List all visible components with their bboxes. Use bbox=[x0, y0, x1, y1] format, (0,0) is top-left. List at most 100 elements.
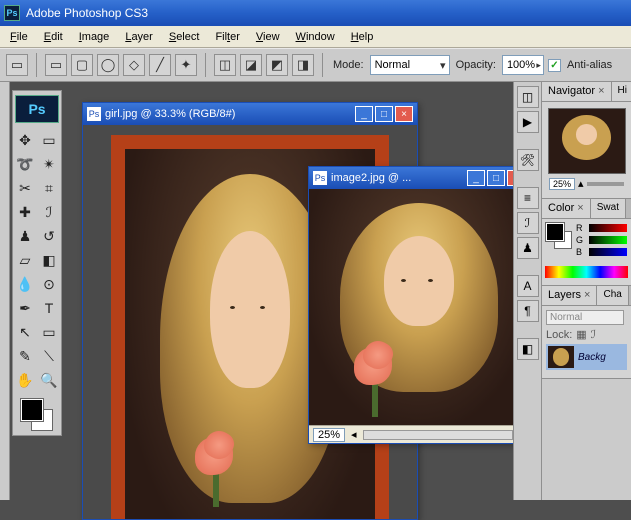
eyedropper-tool[interactable]: ⟍ bbox=[38, 345, 60, 367]
scrollbar[interactable] bbox=[363, 430, 514, 440]
lasso-tool[interactable]: ➰ bbox=[14, 153, 36, 175]
blur-tool[interactable]: 💧 bbox=[14, 273, 36, 295]
menubar: File Edit Image Layer Select Filter View… bbox=[0, 26, 631, 48]
dodge-tool[interactable]: ⊙ bbox=[38, 273, 60, 295]
layer-thumbnail[interactable] bbox=[548, 346, 574, 368]
menu-filter[interactable]: Filter bbox=[207, 28, 247, 46]
slider-r[interactable] bbox=[589, 224, 627, 232]
stamp-tool[interactable]: ♟ bbox=[14, 225, 36, 247]
scroll-left-icon[interactable]: ◂ bbox=[351, 428, 357, 441]
zoom-slider[interactable] bbox=[587, 182, 624, 186]
shape-ellipse-icon[interactable]: ◯ bbox=[97, 54, 119, 76]
path-select-tool[interactable]: ↖ bbox=[14, 321, 36, 343]
tool-preset-icon[interactable]: ▭ bbox=[6, 54, 28, 76]
fg-color[interactable] bbox=[546, 223, 564, 241]
maximize-button[interactable]: □ bbox=[375, 106, 393, 122]
gradient-tool[interactable]: ◧ bbox=[38, 249, 60, 271]
maximize-button[interactable]: □ bbox=[487, 170, 505, 186]
dock-tool-icon[interactable]: 🛠 bbox=[517, 149, 539, 171]
path-op1-icon[interactable]: ◫ bbox=[214, 54, 236, 76]
dock-brush-icon[interactable]: ℐ bbox=[517, 212, 539, 234]
app-icon: Ps bbox=[4, 5, 20, 21]
menu-select[interactable]: Select bbox=[161, 28, 208, 46]
menu-edit[interactable]: Edit bbox=[36, 28, 71, 46]
move-tool[interactable]: ✥ bbox=[14, 129, 36, 151]
eraser-tool[interactable]: ▱ bbox=[14, 249, 36, 271]
tab-swatches[interactable]: Swat bbox=[591, 199, 626, 218]
zoom-value[interactable]: 25% bbox=[313, 428, 345, 442]
layer-row[interactable]: 👁 Backg bbox=[546, 344, 627, 370]
notes-tool[interactable]: ✎ bbox=[14, 345, 36, 367]
history-brush-tool[interactable]: ↺ bbox=[38, 225, 60, 247]
shape-rect-icon[interactable]: ▭ bbox=[45, 54, 67, 76]
slider-b[interactable] bbox=[589, 248, 627, 256]
dock-char-icon[interactable]: A bbox=[517, 275, 539, 297]
navigator-panel: Navigator× Hi 25% ▴ bbox=[542, 82, 631, 199]
minimize-button[interactable]: _ bbox=[355, 106, 373, 122]
dock-clone-icon[interactable]: ♟ bbox=[517, 237, 539, 259]
type-tool[interactable]: T bbox=[38, 297, 60, 319]
tab-channels[interactable]: Cha bbox=[597, 286, 628, 305]
shape-roundrect-icon[interactable]: ▢ bbox=[71, 54, 93, 76]
document-window-image2[interactable]: Ps image2.jpg @ ... _ □ × 25% ◂ ▸ bbox=[308, 166, 530, 444]
opacity-input[interactable]: 100% bbox=[502, 55, 544, 75]
path-op2-icon[interactable]: ◪ bbox=[240, 54, 262, 76]
layer-name[interactable]: Backg bbox=[578, 352, 606, 363]
shape-polygon-icon[interactable]: ◇ bbox=[123, 54, 145, 76]
document-titlebar[interactable]: Ps girl.jpg @ 33.3% (RGB/8#) _ □ × bbox=[83, 103, 417, 125]
path-op3-icon[interactable]: ◩ bbox=[266, 54, 288, 76]
marquee-tool[interactable]: ▭ bbox=[38, 129, 60, 151]
crop-tool[interactable]: ✂ bbox=[14, 177, 36, 199]
dock-comp-icon[interactable]: ◧ bbox=[517, 338, 539, 360]
shape-line-icon[interactable]: ╱ bbox=[149, 54, 171, 76]
tab-histogram[interactable]: Hi bbox=[612, 82, 631, 101]
dock-para-icon[interactable]: ¶ bbox=[517, 300, 539, 322]
heal-tool[interactable]: ✚ bbox=[14, 201, 36, 223]
tab-close-icon[interactable]: × bbox=[584, 289, 590, 301]
menu-layer[interactable]: Layer bbox=[117, 28, 161, 46]
path-op4-icon[interactable]: ◨ bbox=[292, 54, 314, 76]
lock-label: Lock: bbox=[546, 329, 572, 341]
brush-tool[interactable]: ℐ bbox=[38, 201, 60, 223]
blend-mode-select[interactable]: Normal bbox=[546, 310, 624, 325]
dock-nav-icon[interactable]: ◫ bbox=[517, 86, 539, 108]
tab-close-icon[interactable]: × bbox=[598, 85, 604, 97]
hand-tool[interactable]: ✋ bbox=[14, 369, 36, 391]
tab-color[interactable]: Color× bbox=[542, 199, 591, 218]
color-spectrum[interactable] bbox=[545, 266, 628, 278]
tab-close-icon[interactable]: × bbox=[577, 202, 583, 214]
color-swatch-pair[interactable] bbox=[546, 223, 572, 249]
mode-select[interactable]: Normal bbox=[370, 55, 450, 75]
color-swatches[interactable] bbox=[15, 397, 59, 433]
navigator-zoom[interactable]: 25% bbox=[549, 178, 575, 190]
shape-tool[interactable]: ▭ bbox=[38, 321, 60, 343]
separator bbox=[36, 53, 37, 77]
menu-image[interactable]: Image bbox=[71, 28, 118, 46]
document-titlebar[interactable]: Ps image2.jpg @ ... _ □ × bbox=[309, 167, 529, 189]
dock-layers-icon[interactable]: ≡ bbox=[517, 187, 539, 209]
slice-tool[interactable]: ⌗ bbox=[38, 177, 60, 199]
zoom-out-icon[interactable]: ▴ bbox=[578, 177, 584, 190]
menu-view[interactable]: View bbox=[248, 28, 288, 46]
channel-g-label: G bbox=[576, 235, 586, 245]
menu-help[interactable]: Help bbox=[343, 28, 382, 46]
shape-custom-icon[interactable]: ✦ bbox=[175, 54, 197, 76]
dock-play-icon[interactable]: ▶ bbox=[517, 111, 539, 133]
minimize-button[interactable]: _ bbox=[467, 170, 485, 186]
foreground-swatch[interactable] bbox=[21, 399, 43, 421]
document-canvas[interactable] bbox=[309, 189, 529, 425]
tab-layers[interactable]: Layers× bbox=[542, 286, 597, 305]
pen-tool[interactable]: ✒ bbox=[14, 297, 36, 319]
navigator-thumbnail[interactable] bbox=[548, 108, 626, 174]
menu-window[interactable]: Window bbox=[288, 28, 343, 46]
lock-transparency-icon[interactable]: ▦ bbox=[576, 328, 586, 341]
slider-g[interactable] bbox=[589, 236, 627, 244]
tab-navigator[interactable]: Navigator× bbox=[542, 82, 612, 101]
wand-tool[interactable]: ✴ bbox=[38, 153, 60, 175]
antialias-checkbox[interactable]: ✓ bbox=[548, 59, 561, 72]
close-button[interactable]: × bbox=[395, 106, 413, 122]
zoom-tool[interactable]: 🔍 bbox=[38, 369, 60, 391]
menu-file[interactable]: File bbox=[2, 28, 36, 46]
app-title: Adobe Photoshop CS3 bbox=[26, 6, 148, 20]
lock-pixels-icon[interactable]: ℐ bbox=[591, 328, 596, 341]
